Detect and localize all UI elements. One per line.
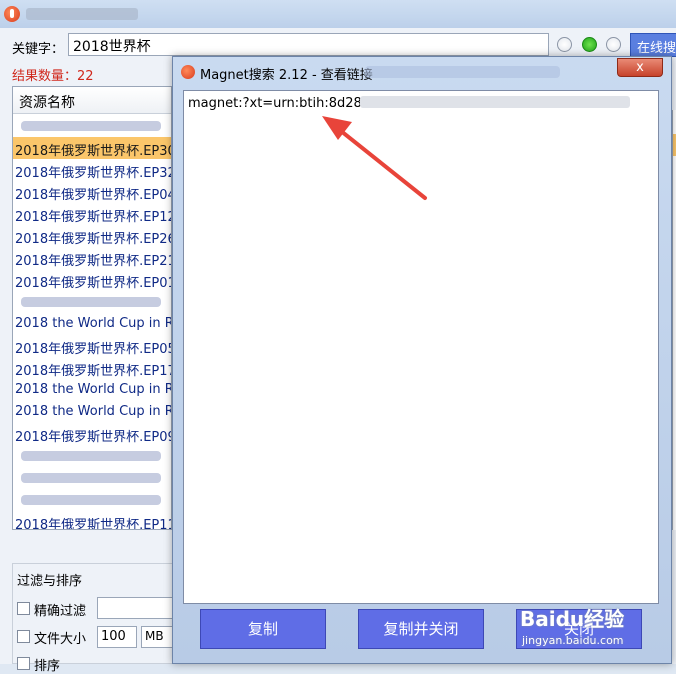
- online-search-button[interactable]: 在线搜: [630, 33, 676, 57]
- watermark-url: jingyan.baidu.com: [522, 634, 624, 647]
- list-item-redacted[interactable]: [13, 445, 171, 467]
- file-size-label: 文件大小: [34, 632, 87, 647]
- list-item[interactable]: 2018年俄罗斯世界杯.EP05.: [13, 335, 171, 357]
- radio-option-2[interactable]: [582, 37, 597, 52]
- result-count: 结果数量：22: [12, 69, 94, 84]
- radio-option-1[interactable]: [557, 37, 572, 52]
- list-header-name[interactable]: 资源名称: [13, 87, 171, 114]
- resource-list[interactable]: 资源名称 2018年俄罗斯世界杯.EP30. 2018年俄罗斯世界杯.EP32. 2…: [12, 86, 172, 530]
- list-second-column: [672, 110, 676, 530]
- list-item-redacted[interactable]: [13, 489, 171, 511]
- list-item-redacted[interactable]: [13, 467, 171, 489]
- list-item[interactable]: 2018年俄罗斯世界杯.EP12.: [13, 203, 171, 225]
- list-item[interactable]: 2018年俄罗斯世界杯.EP01.: [13, 269, 171, 291]
- list-item[interactable]: 2018年俄罗斯世界杯.EP30.: [13, 137, 171, 159]
- magnet-link-textarea[interactable]: magnet:?xt=urn:btih:8d28: [183, 90, 659, 604]
- title-redacted: [26, 8, 138, 20]
- list-item[interactable]: 2018年俄罗斯世界杯.EP32.: [13, 159, 171, 181]
- radio-option-3[interactable]: [606, 37, 621, 52]
- dialog-title: Magnet搜索 2.12 - 查看链接: [200, 68, 373, 83]
- list-item[interactable]: 2018年俄罗斯世界杯.EP17.: [13, 357, 171, 379]
- list-item-redacted[interactable]: [13, 115, 171, 137]
- list-item[interactable]: 2018 the World Cup in Ru: [13, 379, 171, 401]
- copy-button[interactable]: 复制: [200, 609, 326, 649]
- keyword-input[interactable]: 2018世界杯: [68, 33, 549, 56]
- dialog-close-button[interactable]: x: [617, 58, 663, 77]
- exact-filter-input[interactable]: [97, 597, 177, 619]
- list-item[interactable]: 2018 the World Cup in Ru: [13, 313, 171, 335]
- app-logo-icon: [4, 6, 20, 22]
- list-item[interactable]: 2018年俄罗斯世界杯.EP21.: [13, 247, 171, 269]
- file-size-input[interactable]: 100: [97, 626, 137, 648]
- list-item[interactable]: 2018 the World Cup in Ru: [13, 401, 171, 423]
- magnet-link-redacted: [360, 96, 630, 108]
- exact-filter-label: 精确过滤: [34, 604, 87, 619]
- watermark-brand: Baidu经验: [520, 607, 625, 631]
- magnet-link-text: magnet:?xt=urn:btih:8d28: [188, 96, 362, 111]
- exact-filter-checkbox[interactable]: [17, 602, 30, 615]
- list-second-column-selected: [672, 134, 676, 156]
- filter-title: 过滤与排序: [17, 574, 83, 589]
- copy-and-close-button[interactable]: 复制并关闭: [358, 609, 484, 649]
- list-item[interactable]: 2018年俄罗斯世界杯.EP26.: [13, 225, 171, 247]
- file-size-unit[interactable]: MB: [141, 626, 175, 648]
- list-item[interactable]: 2018年俄罗斯世界杯.EP09.: [13, 423, 171, 445]
- dialog-logo-icon: [181, 65, 195, 79]
- dialog-title-redacted: [365, 66, 560, 78]
- list-item[interactable]: 2018年俄罗斯世界杯.EP04.: [13, 181, 171, 203]
- keyword-label: 关键字：: [12, 42, 65, 57]
- file-size-checkbox[interactable]: [17, 630, 30, 643]
- list-item[interactable]: 2018年俄罗斯世界杯.EP11.: [13, 511, 171, 529]
- sort-label: 排序: [34, 659, 61, 674]
- list-item-redacted[interactable]: [13, 291, 171, 313]
